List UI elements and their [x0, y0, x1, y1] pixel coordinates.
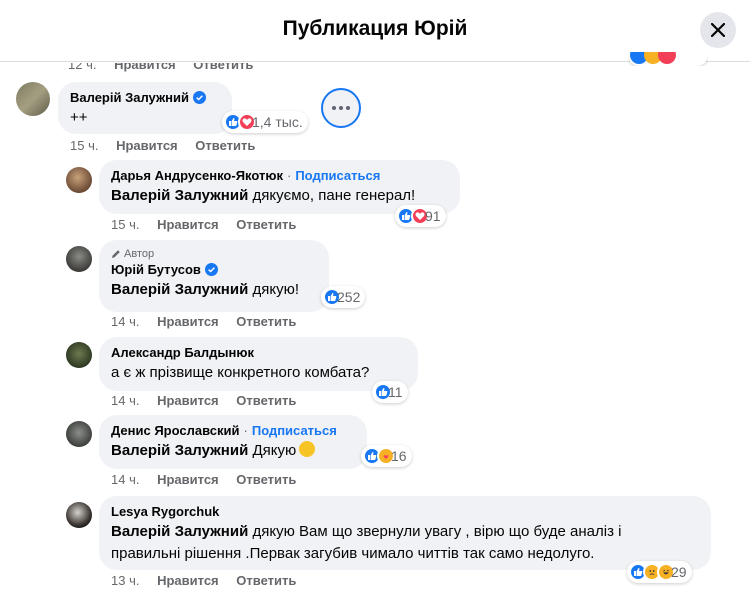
comment-actions: 15 ч. Нравится Ответить	[111, 217, 296, 232]
reaction-count: 29	[671, 564, 687, 580]
mention-link[interactable]: Валерій Залужний	[111, 187, 248, 204]
avatar[interactable]	[16, 82, 50, 116]
reply-link[interactable]: Ответить	[195, 138, 255, 153]
comment-bubble: Валерій Залужний ++	[58, 82, 232, 134]
mention-link[interactable]: Валерій Залужний	[111, 442, 248, 459]
comment-actions: 15 ч. Нравится Ответить	[70, 138, 255, 153]
verified-badge-icon	[193, 91, 206, 104]
avatar[interactable]	[66, 342, 92, 368]
comment-author[interactable]: Александр Балдынюк	[111, 345, 254, 360]
comment-time[interactable]: 15 ч.	[111, 217, 139, 232]
avatar[interactable]	[66, 246, 92, 272]
comment-time[interactable]: 15 ч.	[70, 138, 98, 153]
comment-author[interactable]: Дарья Андрусенко-Якотюк	[111, 168, 283, 183]
comment-author[interactable]: Юрій Бутусов	[111, 262, 201, 277]
like-link[interactable]: Нравится	[116, 138, 178, 153]
previous-reactions	[628, 52, 708, 66]
comment-actions: 13 ч. Нравится Ответить	[111, 573, 296, 588]
reply-link[interactable]: Ответить	[236, 573, 296, 588]
avatar[interactable]	[66, 421, 92, 447]
subscribe-link[interactable]: Подписаться	[252, 423, 337, 438]
comment-bubble: Lesya Rygorchuk Валерій Залужний дякую В…	[99, 496, 711, 570]
reply-link[interactable]: Ответить	[236, 393, 296, 408]
reply-link[interactable]: Ответить	[236, 314, 296, 329]
reaction-summary[interactable]: 29	[627, 561, 692, 583]
reaction-count: 16	[391, 448, 407, 464]
more-options-icon	[332, 106, 336, 110]
reaction-summary[interactable]: 11	[372, 381, 408, 403]
reaction-count: 252	[337, 289, 361, 305]
comment-text: а є ж прізвище конкретного комбата?	[111, 364, 370, 381]
close-button[interactable]	[700, 12, 736, 48]
like-link[interactable]: Нравится	[157, 217, 219, 232]
comment-time[interactable]: 14 ч.	[111, 314, 139, 329]
comment-author[interactable]: Lesya Rygorchuk	[111, 504, 219, 519]
avatar[interactable]	[66, 167, 92, 193]
like-link[interactable]: Нравится	[157, 573, 219, 588]
comment-actions: 14 ч. Нравится Ответить	[111, 472, 296, 487]
reply-link[interactable]: Ответить	[236, 472, 296, 487]
comment-actions: 14 ч. Нравится Ответить	[111, 393, 296, 408]
like-link[interactable]: Нравится	[157, 393, 219, 408]
comment-bubble: Денис Ярославский · Подписаться Валерій …	[99, 415, 367, 469]
comment-bubble: Александр Балдынюк а є ж прізвище конкре…	[99, 337, 418, 391]
verified-badge-icon	[204, 263, 218, 276]
mention-link[interactable]: Валерій Залужний	[111, 523, 248, 540]
more-options-button[interactable]	[321, 88, 361, 128]
comment-actions: 14 ч. Нравится Ответить	[111, 314, 296, 329]
reaction-summary[interactable]: 1,4 тыс.	[222, 111, 308, 133]
like-link[interactable]: Нравится	[157, 314, 219, 329]
comment-text: Валерій Залужний дякуємо, пане генерал!	[111, 187, 416, 204]
comment-text: Валерій Залужний дякую!	[111, 281, 300, 298]
reply-link[interactable]: Ответить	[236, 217, 296, 232]
smile-emoji-icon	[299, 441, 316, 457]
comment-text: Валерій Залужний дякую Вам що звернули у…	[111, 523, 622, 540]
comment-text: Валерій Залужний Дякую	[111, 441, 355, 461]
author-tag: Автор	[111, 248, 317, 260]
reaction-summary[interactable]: 91	[395, 205, 446, 227]
comment-time[interactable]: 14 ч.	[111, 393, 139, 408]
comment-text: ++	[70, 109, 88, 126]
mention-link[interactable]: Валерій Залужний	[111, 281, 248, 298]
pencil-icon	[112, 250, 120, 258]
comment-text-line2: правильні рішення .Первак загубив чимало…	[111, 545, 595, 562]
reaction-count: 1,4 тыс.	[252, 114, 303, 130]
dialog-title: Публикация Юрій	[282, 17, 468, 40]
comment-author[interactable]: Валерій Залужний	[70, 90, 189, 105]
comment-time[interactable]: 14 ч.	[111, 472, 139, 487]
subscribe-link[interactable]: Подписаться	[295, 168, 380, 183]
comment-bubble: Автор Юрій Бутусов Валерій Залужний дяку…	[99, 240, 329, 312]
like-link[interactable]: Нравится	[157, 472, 219, 487]
avatar[interactable]	[66, 502, 92, 528]
close-icon	[711, 23, 725, 37]
reaction-count: 11	[388, 384, 403, 400]
comment-time[interactable]: 13 ч.	[111, 573, 139, 588]
reaction-summary[interactable]: 16	[361, 445, 412, 467]
reaction-summary[interactable]: 252	[321, 286, 366, 308]
reaction-count: 91	[425, 208, 441, 224]
comment-author[interactable]: Денис Ярославский	[111, 423, 240, 438]
